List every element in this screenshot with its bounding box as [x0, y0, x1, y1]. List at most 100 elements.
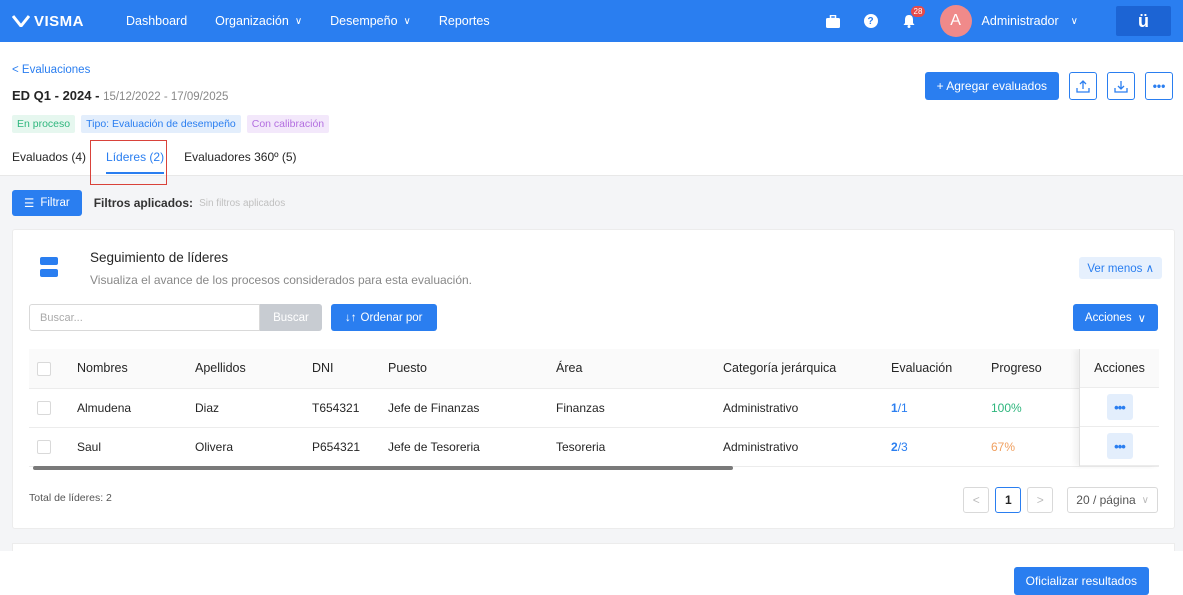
top-navigation-bar: VISMA Dashboard Organización ∨ Desempeño ∨… — [0, 0, 1183, 42]
actions-label: Acciones — [1084, 311, 1132, 324]
chevron-down-icon: ∨ — [1070, 15, 1078, 27]
nav-label: Organización — [215, 14, 289, 28]
pagination: < 1 > 20 / página ∨ — [963, 487, 1158, 513]
logo-text: VISMA — [34, 12, 85, 30]
page-button[interactable]: 1 — [995, 487, 1022, 513]
page-size-value: 20 / página — [1076, 493, 1136, 507]
sort-icon: ↓↑ — [345, 311, 357, 324]
cell-nombres: Saul — [69, 427, 187, 467]
sort-label: Ordenar por — [360, 311, 423, 324]
evaluation-header: < Evaluaciones ED Q1 - 2024 - 15/12/2022… — [0, 42, 1183, 185]
chevron-down-icon: ∨ — [403, 15, 411, 27]
row-checkbox[interactable] — [37, 439, 51, 454]
chevron-up-icon: ∧ — [1145, 263, 1154, 275]
user-name: Administrador — [981, 14, 1059, 28]
next-page-button[interactable]: > — [1027, 487, 1054, 513]
server-icon — [40, 257, 58, 277]
nav-label: Desempeño — [330, 14, 398, 28]
row-actions-button[interactable]: ••• — [1106, 394, 1133, 420]
search-button[interactable]: Buscar — [260, 304, 322, 331]
help-icon[interactable]: ? — [852, 0, 890, 42]
cell-categoria: Administrativo — [715, 388, 883, 428]
nav-right-group: ? 28 A Administrador ∨ ü — [814, 0, 1183, 42]
table-header-row: Nombres Apellidos DNI Puesto Área Catego… — [29, 349, 1159, 389]
briefcase-icon[interactable] — [814, 0, 852, 42]
table-row: Saul Olivera P654321 Jefe de Tesoreria T… — [29, 427, 1159, 467]
bell-icon[interactable]: 28 — [890, 0, 928, 42]
column-header[interactable]: DNI — [304, 349, 380, 389]
column-header[interactable]: Apellidos — [187, 349, 304, 389]
filter-icon: ☰ — [24, 198, 35, 210]
eval-done: 1 — [891, 400, 898, 415]
nav-item-dashboard[interactable]: Dashboard — [112, 0, 201, 42]
prev-page-button[interactable]: < — [963, 487, 990, 513]
status-tags: En proceso Tipo: Evaluación de desempeño… — [12, 115, 330, 133]
download-icon[interactable] — [1107, 72, 1135, 100]
leaders-table: Nombres Apellidos DNI Puesto Área Catego… — [29, 349, 1159, 469]
cell-dni: P654321 — [304, 427, 380, 467]
bulk-actions-button[interactable]: Acciones ∨ — [1072, 304, 1158, 331]
horizontal-scrollbar[interactable] — [33, 466, 733, 470]
column-header[interactable]: Nombres — [69, 349, 187, 389]
collapse-toggle-button[interactable]: Ver menos ∧ — [1079, 257, 1162, 279]
main-menu: Dashboard Organización ∨ Desempeño ∨ Repor… — [112, 0, 504, 42]
cell-categoria: Administrativo — [715, 427, 883, 467]
row-select-cell — [29, 427, 69, 467]
nav-label: Dashboard — [126, 14, 188, 28]
upload-icon[interactable] — [1069, 72, 1097, 100]
page-footer: Oficializar resultados — [0, 551, 1183, 595]
cell-evaluacion[interactable]: 2/3 — [883, 427, 983, 467]
officialize-results-button[interactable]: Oficializar resultados — [1013, 567, 1149, 595]
filter-button[interactable]: ☰ Filtrar — [12, 190, 82, 216]
toggle-label: Ver menos — [1087, 263, 1143, 275]
cell-apellidos: Diaz — [187, 388, 304, 428]
column-header[interactable]: Categoría jerárquica — [715, 349, 883, 389]
select-all-checkbox[interactable] — [37, 361, 51, 376]
more-options-icon[interactable]: ••• — [1145, 72, 1173, 100]
notification-badge: 28 — [910, 6, 926, 17]
cell-area: Finanzas — [548, 388, 715, 428]
card-subtitle: Visualiza el avance de los procesos cons… — [90, 273, 473, 287]
select-all-cell — [29, 349, 69, 389]
page-size-select[interactable]: 20 / página ∨ — [1067, 487, 1158, 513]
row-actions-button[interactable]: ••• — [1106, 433, 1133, 459]
sort-button[interactable]: ↓↑ Ordenar por — [331, 304, 437, 331]
visma-logo-icon — [12, 15, 30, 27]
column-header: Acciones — [1080, 349, 1159, 388]
avatar[interactable]: A — [939, 5, 972, 37]
chevron-down-icon: ∨ — [1137, 312, 1146, 325]
cell-dni: T654321 — [304, 388, 380, 428]
visma-logo[interactable]: VISMA — [12, 13, 112, 30]
card-title: Seguimiento de líderes — [90, 250, 229, 265]
total-count: Total de líderes: 2 — [29, 492, 112, 504]
column-header[interactable]: Evaluación — [883, 349, 983, 389]
actions-column: Acciones ••• ••• — [1079, 349, 1159, 466]
cell-progreso: 100% — [983, 388, 1079, 428]
app-switcher-button[interactable]: ü — [1116, 6, 1171, 36]
type-badge: Tipo: Evaluación de desempeño — [81, 115, 241, 133]
cell-evaluacion[interactable]: 1/1 — [883, 388, 983, 428]
header-actions: + Agregar evaluados ••• — [924, 72, 1173, 100]
tab-evaluados[interactable]: Evaluados (4) — [12, 150, 86, 174]
row-checkbox[interactable] — [37, 400, 51, 415]
add-evaluados-button[interactable]: + Agregar evaluados — [924, 72, 1059, 100]
evaluation-dates: 15/12/2022 - 17/09/2025 — [103, 91, 229, 103]
search-input[interactable]: Buscar... — [29, 304, 260, 331]
calibration-badge: Con calibración — [246, 115, 330, 133]
tab-evaluadores-360[interactable]: Evaluadores 360º (5) — [184, 150, 296, 174]
eval-total: /1 — [897, 400, 908, 415]
page-title: ED Q1 - 2024 - 15/12/2022 - 17/09/2025 — [12, 88, 228, 103]
back-link[interactable]: < Evaluaciones — [12, 64, 90, 76]
nav-item-reportes[interactable]: Reportes — [425, 0, 504, 42]
filter-bar: ☰ Filtrar Filtros aplicados: Sin filtros… — [12, 190, 285, 216]
leaders-tracking-card: Seguimiento de líderes Visualiza el avan… — [12, 229, 1175, 529]
column-header[interactable]: Área — [548, 349, 715, 389]
column-header[interactable]: Progreso — [983, 349, 1079, 389]
nav-item-desempeno[interactable]: Desempeño ∨ — [316, 0, 425, 42]
nav-item-organizacion[interactable]: Organización ∨ — [201, 0, 316, 42]
eval-done: 2 — [891, 439, 898, 454]
filters-applied-value: Sin filtros aplicados — [199, 197, 286, 209]
cell-puesto: Jefe de Finanzas — [380, 388, 548, 428]
user-menu[interactable]: Administrador ∨ — [982, 14, 1078, 28]
column-header[interactable]: Puesto — [380, 349, 548, 389]
